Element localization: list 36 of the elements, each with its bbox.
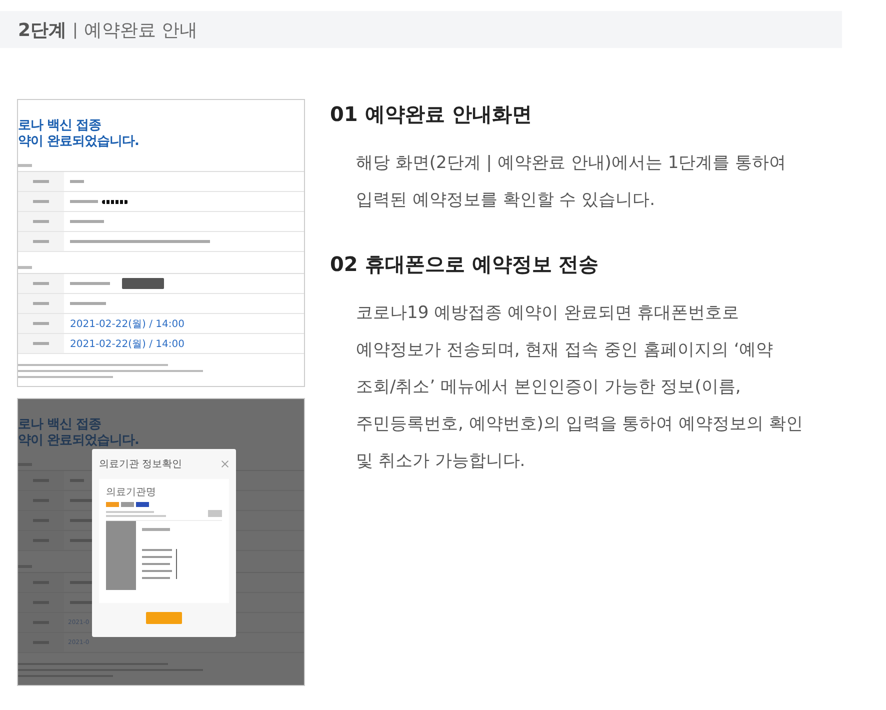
date-text: 2021-02-22(월) / 14:00 <box>70 318 184 330</box>
section-paragraph: 해당 화면(2단계 | 예약완료 안내)에서는 1단계를 통하여 입력된 예약정보를 확인할 수 있습니다. <box>356 152 786 212</box>
blurred-text <box>70 282 110 285</box>
blurred-text <box>33 240 49 243</box>
table-label-cell <box>106 521 136 538</box>
screenshot-heading: 로나 백신 접종 약이 완료되었습니다. <box>18 118 139 150</box>
section-heading: 01 예약완료 안내화면 <box>330 101 532 128</box>
facility-name: 의료기관명 <box>106 486 156 499</box>
blurred-text <box>70 220 104 223</box>
blurred-text <box>70 302 106 305</box>
blurred-text <box>142 528 170 531</box>
blurred-text <box>18 266 32 269</box>
separator: | <box>72 20 78 39</box>
blurred-text <box>70 200 98 203</box>
tag <box>106 502 119 507</box>
blurred-text <box>33 220 49 223</box>
tag <box>121 502 134 507</box>
blurred-text <box>70 180 84 183</box>
date-text: 2021-02-22(월) / 14:00 <box>70 338 184 350</box>
masked-digits-drawing <box>102 200 128 204</box>
blurred-text <box>33 302 49 305</box>
step-label: 2단계 <box>18 18 67 42</box>
step-title: 예약완료 안내 <box>84 18 198 42</box>
modal-title: 의료기관 정보확인 <box>99 458 182 471</box>
table-label-cell <box>106 538 136 590</box>
close-icon <box>221 460 229 468</box>
section-paragraph: 코로나19 예방접종 예약이 완료되면 휴대폰번호로 예약정보가 전송되며, 현재 접속 중인 홈페이지의 ‘예약 조회/취소’ 메뉴에서 본인인증이 가능한 정보(이름, 주민등록번호, 예약번호)의 입력을 통하여 예약정보의 확인 및 취소가 가능합니다. <box>356 302 804 473</box>
blurred-text <box>33 180 49 183</box>
blurred-text <box>33 200 49 203</box>
blurred-text <box>33 282 49 285</box>
blurred-text <box>33 342 49 345</box>
tag <box>136 502 149 507</box>
blurred-text <box>18 164 32 167</box>
blurred-text <box>33 322 49 325</box>
screenshot-heading: 로나 백신 접종 약이 완료되었습니다. <box>18 417 139 449</box>
section-heading: 02 휴대폰으로 예약정보 전송 <box>330 251 599 278</box>
